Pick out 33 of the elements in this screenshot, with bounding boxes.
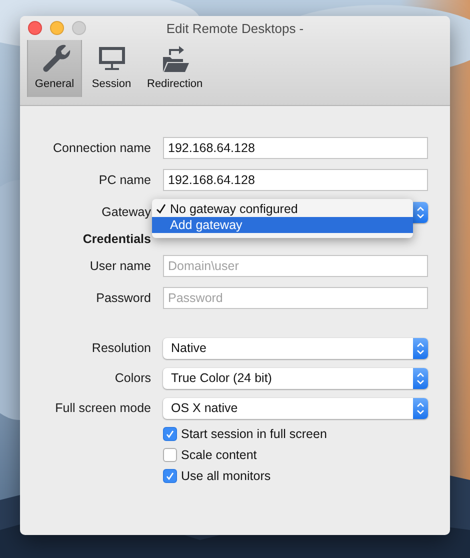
toolbar-tab[interactable]: Redirection	[141, 40, 209, 97]
field-label: Connection name	[53, 141, 151, 155]
popup-button[interactable]: Native	[163, 338, 428, 358]
field-label: Gateway	[102, 205, 151, 219]
text-field[interactable]: 192.168.64.128	[163, 169, 428, 191]
window-title: Edit Remote Desktops -	[166, 20, 304, 36]
text-field[interactable]: Domain\user	[163, 255, 428, 277]
popup-button[interactable]: True Color (24 bit)	[163, 368, 428, 388]
stepper-icon	[413, 338, 428, 358]
text-field[interactable]: Password	[163, 287, 428, 309]
checkbox[interactable]: Start session in full screen	[163, 426, 327, 440]
field-label: User name	[90, 259, 151, 273]
menu-item[interactable]: No gateway configured	[152, 200, 413, 216]
zoom-button[interactable]	[72, 21, 86, 35]
text-field[interactable]: 192.168.64.128	[163, 137, 428, 159]
minimize-button[interactable]	[50, 21, 64, 35]
field-label: PC name	[98, 173, 151, 187]
checkbox[interactable]: Use all monitors	[163, 468, 271, 482]
check-icon	[165, 470, 175, 480]
toolbar-tab[interactable]: General	[27, 40, 82, 97]
stepper-icon	[413, 368, 428, 388]
field-label: Resolution	[92, 341, 151, 355]
close-button[interactable]	[28, 21, 42, 35]
checkbox[interactable]: Scale content	[163, 448, 257, 462]
section-heading: Credentials	[82, 232, 151, 246]
toolbar-tab[interactable]: Session	[84, 40, 139, 97]
field-label: Full screen mode	[55, 401, 151, 415]
field-label: Password	[96, 291, 151, 305]
menu-item[interactable]: Add gateway	[152, 216, 413, 232]
stepper-icon	[413, 398, 428, 418]
check-icon	[165, 428, 175, 438]
popup-button[interactable]: OS X native	[163, 398, 428, 418]
field-label: Colors	[114, 371, 151, 385]
